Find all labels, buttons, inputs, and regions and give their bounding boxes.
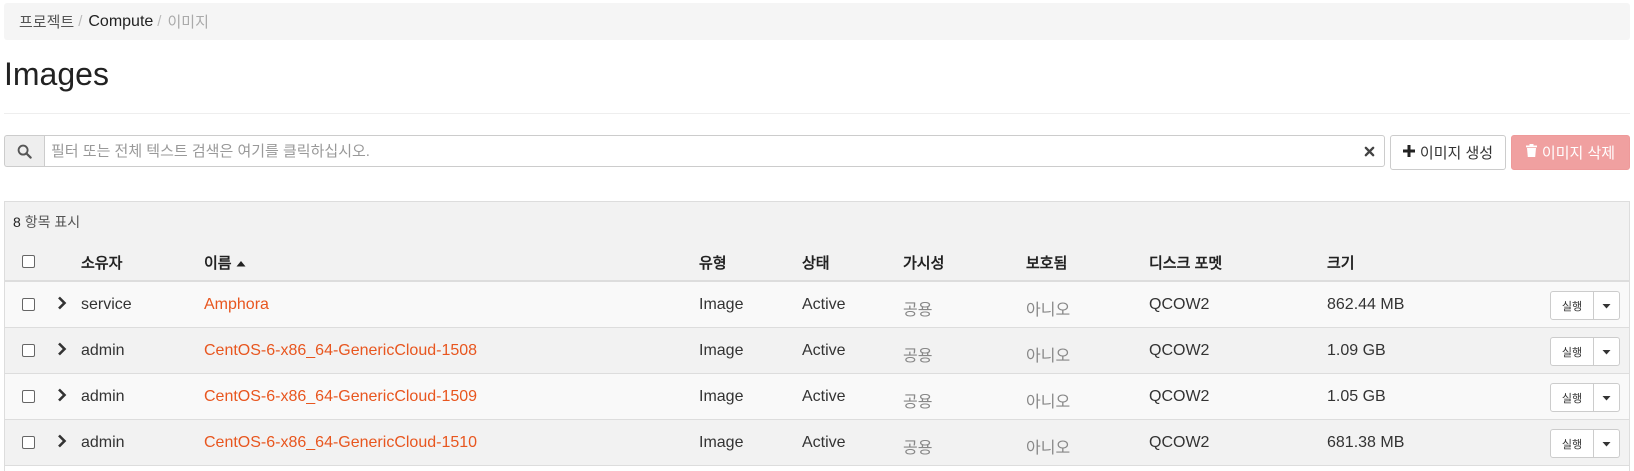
breadcrumb: 프로젝트 / Compute / 이미지 <box>4 3 1630 40</box>
row-checkbox[interactable] <box>22 298 35 311</box>
table-row: service Amphora Image Active 공용 아니오 QCOW… <box>5 282 1629 328</box>
size-cell: 1.09 GB <box>1327 342 1386 359</box>
chevron-down-icon[interactable] <box>1594 429 1620 458</box>
create-image-button[interactable]: 이미지 생성 <box>1390 135 1506 170</box>
type-cell: Image <box>699 342 744 359</box>
table-row: admin CentOS-6-x86_64-GenericCloud-1510 … <box>5 420 1629 466</box>
image-name-link[interactable]: CentOS-6-x86_64-GenericCloud-1509 <box>204 388 477 406</box>
chevron-right-icon[interactable] <box>57 342 71 358</box>
table-row: admin CentOS-6-x86_64-GenericCloud-1508 … <box>5 328 1629 374</box>
size-cell: 1.05 GB <box>1327 388 1386 405</box>
item-count-number: 8 <box>13 214 21 230</box>
owner-cell: admin <box>81 434 125 451</box>
create-image-label: 이미지 생성 <box>1419 145 1494 162</box>
owner-cell: service <box>81 296 132 313</box>
column-header-visibility[interactable]: 가시성 <box>903 252 944 273</box>
type-cell: Image <box>699 296 744 313</box>
select-all-checkbox[interactable] <box>22 255 35 268</box>
chevron-right-icon[interactable] <box>57 388 71 404</box>
type-cell: Image <box>699 434 744 451</box>
launch-button[interactable]: 실행 <box>1550 337 1594 366</box>
owner-cell: admin <box>81 388 125 405</box>
plus-icon <box>1402 144 1415 161</box>
chevron-right-icon[interactable] <box>57 296 71 312</box>
type-cell: Image <box>699 388 744 405</box>
title-divider <box>4 113 1630 114</box>
size-cell: 681.38 MB <box>1327 434 1405 451</box>
column-header-name[interactable]: 이름 <box>204 252 246 273</box>
row-action-group: 실행 <box>1550 429 1620 458</box>
chevron-down-icon[interactable] <box>1594 337 1620 366</box>
search-group <box>4 135 1385 167</box>
image-name-link[interactable]: CentOS-6-x86_64-GenericCloud-1510 <box>204 434 477 452</box>
disk-format-cell: QCOW2 <box>1149 296 1210 313</box>
close-icon[interactable] <box>1361 143 1377 159</box>
protected-cell: 아니오 <box>1026 348 1071 365</box>
visibility-cell: 공용 <box>903 302 933 319</box>
row-action-group: 실행 <box>1550 337 1620 366</box>
visibility-cell: 공용 <box>903 348 933 365</box>
visibility-cell: 공용 <box>903 440 933 457</box>
column-header-protected[interactable]: 보호됨 <box>1026 252 1067 273</box>
status-cell: Active <box>802 296 846 313</box>
breadcrumb-project[interactable]: 프로젝트 <box>19 11 74 32</box>
breadcrumb-compute[interactable]: Compute <box>88 13 153 31</box>
disk-format-cell: QCOW2 <box>1149 434 1210 451</box>
chevron-down-icon[interactable] <box>1594 291 1620 320</box>
protected-cell: 아니오 <box>1026 302 1071 319</box>
visibility-cell: 공용 <box>903 394 933 411</box>
column-header-owner[interactable]: 소유자 <box>81 252 122 273</box>
table-header: 8 항목 표시 소유자 이름 유형 상태 가시성 보호됨 디스크 포멧 크기 <box>5 202 1629 282</box>
protected-cell: 아니오 <box>1026 440 1071 457</box>
image-name-link[interactable]: CentOS-6-x86_64-GenericCloud-1508 <box>204 342 477 360</box>
row-action-group: 실행 <box>1550 383 1620 412</box>
image-name-link[interactable]: Amphora <box>204 296 269 314</box>
column-header-name-label: 이름 <box>204 255 232 272</box>
status-cell: Active <box>802 388 846 405</box>
delete-image-label: 이미지 삭제 <box>1541 145 1616 162</box>
search-input[interactable] <box>44 135 1385 167</box>
row-checkbox[interactable] <box>22 344 35 357</box>
column-header-type[interactable]: 유형 <box>699 252 727 273</box>
chevron-right-icon[interactable] <box>57 434 71 450</box>
breadcrumb-separator: / <box>157 13 162 30</box>
disk-format-cell: QCOW2 <box>1149 342 1210 359</box>
status-cell: Active <box>802 434 846 451</box>
table-row: admin CentOS-6-x86_64-GenericCloud-1509 … <box>5 374 1629 420</box>
item-count-text: 항목 표시 <box>24 214 81 230</box>
launch-button[interactable]: 실행 <box>1550 429 1594 458</box>
protected-cell: 아니오 <box>1026 394 1071 411</box>
item-count: 8 항목 표시 <box>13 212 80 232</box>
size-cell: 862.44 MB <box>1327 296 1405 313</box>
sort-ascending-icon <box>236 255 246 272</box>
search-icon <box>4 135 44 167</box>
column-header-size[interactable]: 크기 <box>1327 252 1355 273</box>
trash-icon <box>1525 144 1537 161</box>
chevron-down-icon[interactable] <box>1594 383 1620 412</box>
breadcrumb-current: 이미지 <box>167 14 209 31</box>
owner-cell: admin <box>81 342 125 359</box>
delete-image-button[interactable]: 이미지 삭제 <box>1511 135 1630 170</box>
launch-button[interactable]: 실행 <box>1550 383 1594 412</box>
status-cell: Active <box>802 342 846 359</box>
column-header-disk-format[interactable]: 디스크 포멧 <box>1149 252 1222 273</box>
row-action-group: 실행 <box>1550 291 1620 320</box>
breadcrumb-separator: / <box>78 13 83 30</box>
row-checkbox[interactable] <box>22 436 35 449</box>
row-checkbox[interactable] <box>22 390 35 403</box>
disk-format-cell: QCOW2 <box>1149 388 1210 405</box>
launch-button[interactable]: 실행 <box>1550 291 1594 320</box>
column-header-status[interactable]: 상태 <box>802 252 830 273</box>
images-table: 8 항목 표시 소유자 이름 유형 상태 가시성 보호됨 디스크 포멧 크기 s… <box>4 201 1630 471</box>
page-title: Images <box>4 56 109 92</box>
